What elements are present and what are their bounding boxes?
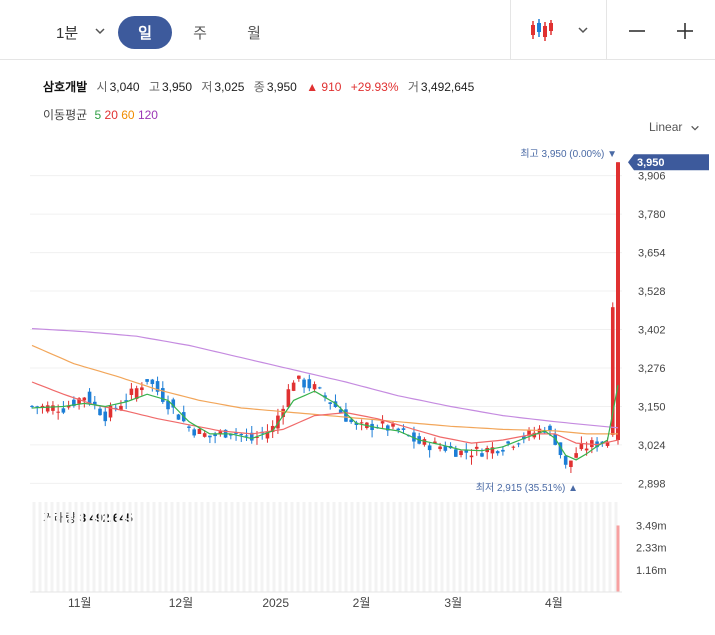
volume-tick-label: 1.16m [636, 565, 667, 577]
candle-body [511, 446, 516, 448]
candle-body [506, 441, 510, 444]
candle-body [474, 446, 479, 449]
candle-body [202, 433, 207, 437]
candle-body [317, 387, 322, 389]
candle-body [213, 434, 217, 437]
candle-body [312, 384, 317, 390]
candle-body [129, 388, 134, 395]
candle-body [469, 455, 474, 458]
y-tick-label: 3,024 [638, 440, 666, 452]
y-tick-label: 3,276 [638, 363, 666, 375]
candle-body [427, 445, 432, 451]
y-tick-label: 3,150 [638, 401, 666, 413]
x-tick-label: 2025 [262, 596, 289, 610]
candle-body [307, 379, 312, 389]
candle-body [501, 449, 505, 452]
candle-body [297, 375, 301, 379]
candle-body [495, 451, 500, 454]
candle-body [302, 379, 306, 388]
candle-body [359, 422, 364, 424]
y-tick-label: 3,654 [638, 248, 666, 260]
candle-body [291, 382, 296, 391]
y-tick-label: 3,906 [638, 171, 666, 183]
candle-body [103, 411, 108, 422]
candle-body [30, 405, 34, 407]
candles [30, 162, 620, 473]
current-price-label: 3,950 [637, 157, 665, 169]
candle-body [616, 162, 620, 441]
high-annotation: 최고 3,950 (0.00%) ▼ [520, 148, 617, 160]
candle-body [244, 435, 249, 437]
price-chart[interactable]: 3,906 3,780 3,654 3,528 3,402 3,276 3,150 3,024… [0, 0, 715, 635]
candle-body [548, 425, 552, 431]
candle-body [459, 450, 463, 456]
low-annotation: 최저 2,915 (35.51%) ▲ [476, 482, 578, 494]
volume-tick-label: 2.33m [636, 543, 667, 555]
volume-bar [616, 525, 620, 592]
candle-body [140, 387, 144, 391]
candle-body [516, 443, 521, 445]
x-tick-label: 11월 [68, 596, 92, 610]
y-tick-label: 3,528 [638, 286, 666, 298]
x-tick-label: 12월 [169, 596, 193, 610]
candle-body [584, 448, 589, 451]
volume-tick-label: 3.49m [636, 521, 667, 533]
candle-body [192, 429, 196, 436]
candle-body [438, 446, 442, 450]
candle-body [569, 460, 573, 467]
candle-body [563, 455, 568, 465]
candle-body [574, 453, 578, 458]
y-tick-label: 3,780 [638, 209, 666, 221]
candle-body [344, 409, 348, 422]
moving-average-line-ma20 [31, 381, 619, 446]
x-tick-label: 4월 [545, 596, 563, 610]
moving-average-line-ma120 [31, 328, 619, 429]
moving-average-line-ma60 [31, 344, 618, 435]
candle-body [145, 379, 149, 382]
candle-body [61, 408, 66, 413]
candle-body [380, 421, 385, 424]
candle-body [45, 405, 50, 412]
candle-body [51, 405, 55, 411]
candle-body [454, 449, 458, 457]
x-tick-label: 3월 [444, 596, 462, 610]
candle-body [176, 414, 181, 420]
y-tick-label: 3,402 [638, 325, 666, 337]
candle-body [579, 443, 584, 450]
candle-body [87, 391, 92, 404]
candle-body [150, 379, 155, 385]
candle-body [328, 402, 333, 404]
candle-body [480, 453, 484, 457]
candle-body [197, 428, 202, 435]
x-tick-label: 2월 [353, 596, 371, 610]
candle-body [187, 426, 191, 428]
candle-body [98, 408, 102, 416]
candle-body [396, 428, 401, 431]
candle-body [401, 428, 406, 430]
candle-body [56, 411, 60, 413]
candle-body [464, 450, 469, 453]
candle-body [82, 397, 87, 401]
y-tick-label: 2,898 [638, 478, 666, 490]
candle-body [286, 389, 291, 408]
candle-body [239, 434, 244, 436]
candle-body [208, 435, 212, 438]
